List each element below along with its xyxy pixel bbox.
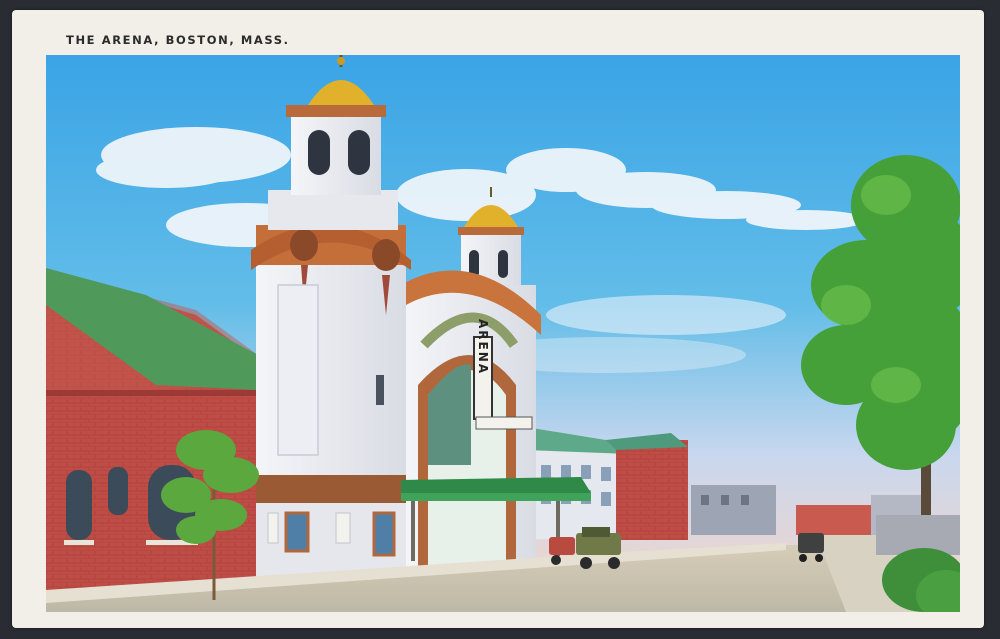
postcard-illustration: ARENA bbox=[46, 55, 960, 612]
arena-sign: ARENA bbox=[476, 319, 490, 375]
postcard-caption: THE ARENA, BOSTON, MASS. bbox=[66, 33, 290, 47]
postcard: THE ARENA, BOSTON, MASS. ARENA bbox=[12, 10, 984, 628]
